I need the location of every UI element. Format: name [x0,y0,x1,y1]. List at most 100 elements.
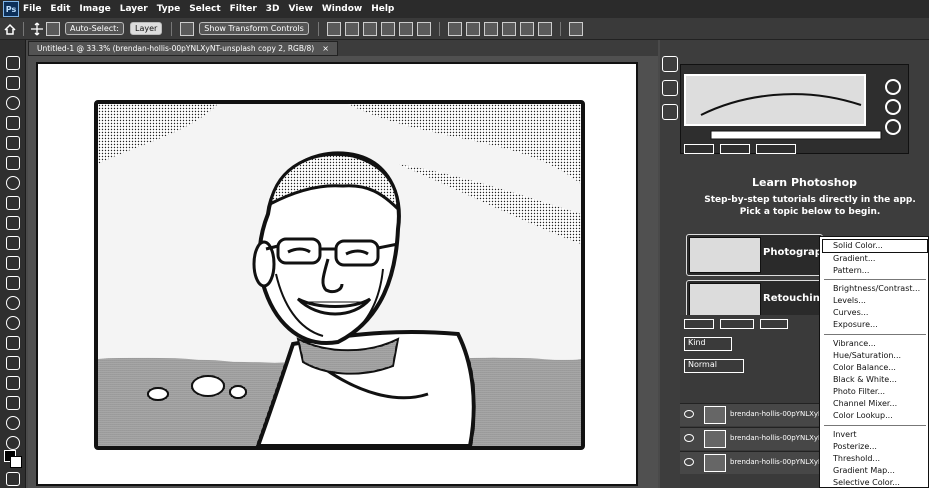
document-tab[interactable]: Untitled-1 @ 33.3% (brendan-hollis-00pYN… [28,41,338,56]
adjustments-panel-icon[interactable] [662,104,678,120]
menu-item-threshold[interactable]: Threshold... [833,454,880,463]
menu-item-channel-mixer[interactable]: Channel Mixer... [833,399,897,408]
menu-item-photo-filter[interactable]: Photo Filter... [833,387,885,396]
canvas-area[interactable] [28,56,658,488]
menu-image[interactable]: Image [79,4,110,14]
learn-card-label: Retouching [763,293,828,304]
marquee-tool-icon[interactable] [6,76,20,90]
shape-tool-icon[interactable] [6,396,20,410]
menu-layer[interactable]: Layer [120,4,148,14]
learn-card-photography[interactable]: Photography [686,234,836,276]
align-top-icon[interactable] [380,21,395,36]
photoshop-logo-icon[interactable]: Ps [3,1,19,17]
menu-item-black-white[interactable]: Black & White... [833,375,897,384]
blend-mode-dropdown[interactable]: Normal [684,359,744,373]
close-icon[interactable]: × [322,44,329,53]
menu-item-curves[interactable]: Curves... [833,308,868,317]
menu-item-vibrance[interactable]: Vibrance... [833,339,876,348]
retouching-thumbnail [689,283,761,319]
crop-tool-icon[interactable] [6,136,20,150]
menu-item-gradient[interactable]: Gradient... [833,254,875,263]
align-bottom-icon[interactable] [416,21,431,36]
history-panel-icon[interactable] [662,56,678,72]
tab-libraries[interactable] [720,144,750,154]
tab-channels[interactable] [720,319,754,329]
eyedropper-tool-icon[interactable] [6,156,20,170]
menu-bar: Ps File Edit Image Layer Type Select Fil… [0,0,929,18]
menu-item-solid-color[interactable]: Solid Color... [833,241,883,250]
visibility-eye-icon[interactable] [684,434,694,442]
menu-edit[interactable]: Edit [50,4,70,14]
type-tool-icon[interactable] [6,356,20,370]
hand-tool-icon[interactable] [6,416,20,430]
menu-divider [824,279,926,280]
menu-item-posterize[interactable]: Posterize... [833,442,877,451]
divider [559,21,561,36]
menu-item-pattern[interactable]: Pattern... [833,266,869,275]
layer-kind-filter[interactable]: Kind [684,337,732,351]
visibility-eye-icon[interactable] [684,410,694,418]
align-right-icon[interactable] [362,21,377,36]
auto-align-icon[interactable] [568,21,583,36]
healing-brush-tool-icon[interactable] [6,176,20,190]
pen-tool-icon[interactable] [6,336,20,350]
move-tool-icon[interactable] [6,56,20,70]
properties-panel-icon[interactable] [662,80,678,96]
menu-item-gradient-map[interactable]: Gradient Map... [833,466,895,475]
menu-window[interactable]: Window [322,4,362,14]
distribute-icon[interactable] [483,21,498,36]
menu-item-color-balance[interactable]: Color Balance... [833,363,896,372]
menu-item-selective-color[interactable]: Selective Color... [833,478,900,487]
menu-file[interactable]: File [23,4,41,14]
divider [317,21,319,36]
zoom-tool-icon[interactable] [6,436,20,450]
menu-item-brightness-contrast[interactable]: Brightness/Contrast... [833,284,920,293]
gradient-tool-icon[interactable] [6,276,20,290]
visibility-eye-icon[interactable] [684,458,694,466]
tab-layers[interactable] [684,319,714,329]
layer-select-dropdown[interactable]: Layer [129,22,163,35]
tab-paths[interactable] [760,319,788,329]
menu-item-levels[interactable]: Levels... [833,296,866,305]
menu-item-color-lookup[interactable]: Color Lookup... [833,411,893,420]
eraser-tool-icon[interactable] [6,256,20,270]
path-selection-tool-icon[interactable] [6,376,20,390]
layer-name: brendan-hollis-00pYNLXyNT... [730,410,834,418]
distribute-icon[interactable] [465,21,480,36]
menu-3d[interactable]: 3D [266,4,280,14]
distribute-icon[interactable] [501,21,516,36]
quick-mask-icon[interactable] [6,472,20,486]
menu-select[interactable]: Select [189,4,220,14]
auto-select-checkbox[interactable] [46,21,60,36]
photo-layer[interactable] [94,100,585,450]
distribute-icon[interactable] [537,21,552,36]
tab-adjustments[interactable] [756,144,796,154]
layer-thumbnail [704,406,726,424]
lasso-tool-icon[interactable] [6,96,20,110]
brush-tool-icon[interactable] [6,196,20,210]
menu-help[interactable]: Help [371,4,394,14]
tab-learn[interactable] [684,144,714,154]
quick-select-tool-icon[interactable] [6,116,20,130]
menu-item-hue-saturation[interactable]: Hue/Saturation... [833,351,901,360]
align-left-icon[interactable] [326,21,341,36]
home-icon[interactable] [3,22,17,36]
background-color-swatch[interactable] [10,456,22,468]
distribute-icon[interactable] [519,21,534,36]
menu-filter[interactable]: Filter [230,4,257,14]
menu-type[interactable]: Type [157,4,180,14]
blur-tool-icon[interactable] [6,296,20,310]
move-tool-icon[interactable] [30,22,44,36]
align-center-icon[interactable] [344,21,359,36]
dodge-tool-icon[interactable] [6,316,20,330]
clone-stamp-tool-icon[interactable] [6,216,20,230]
adjustment-layer-menu: Solid Color... Gradient... Pattern... Br… [819,236,929,488]
history-brush-tool-icon[interactable] [6,236,20,250]
document-canvas[interactable] [36,62,638,486]
menu-view[interactable]: View [289,4,313,14]
distribute-icon[interactable] [447,21,462,36]
show-transform-checkbox[interactable] [180,21,195,36]
align-middle-icon[interactable] [398,21,413,36]
menu-item-exposure[interactable]: Exposure... [833,320,878,329]
menu-item-invert[interactable]: Invert [833,430,857,439]
